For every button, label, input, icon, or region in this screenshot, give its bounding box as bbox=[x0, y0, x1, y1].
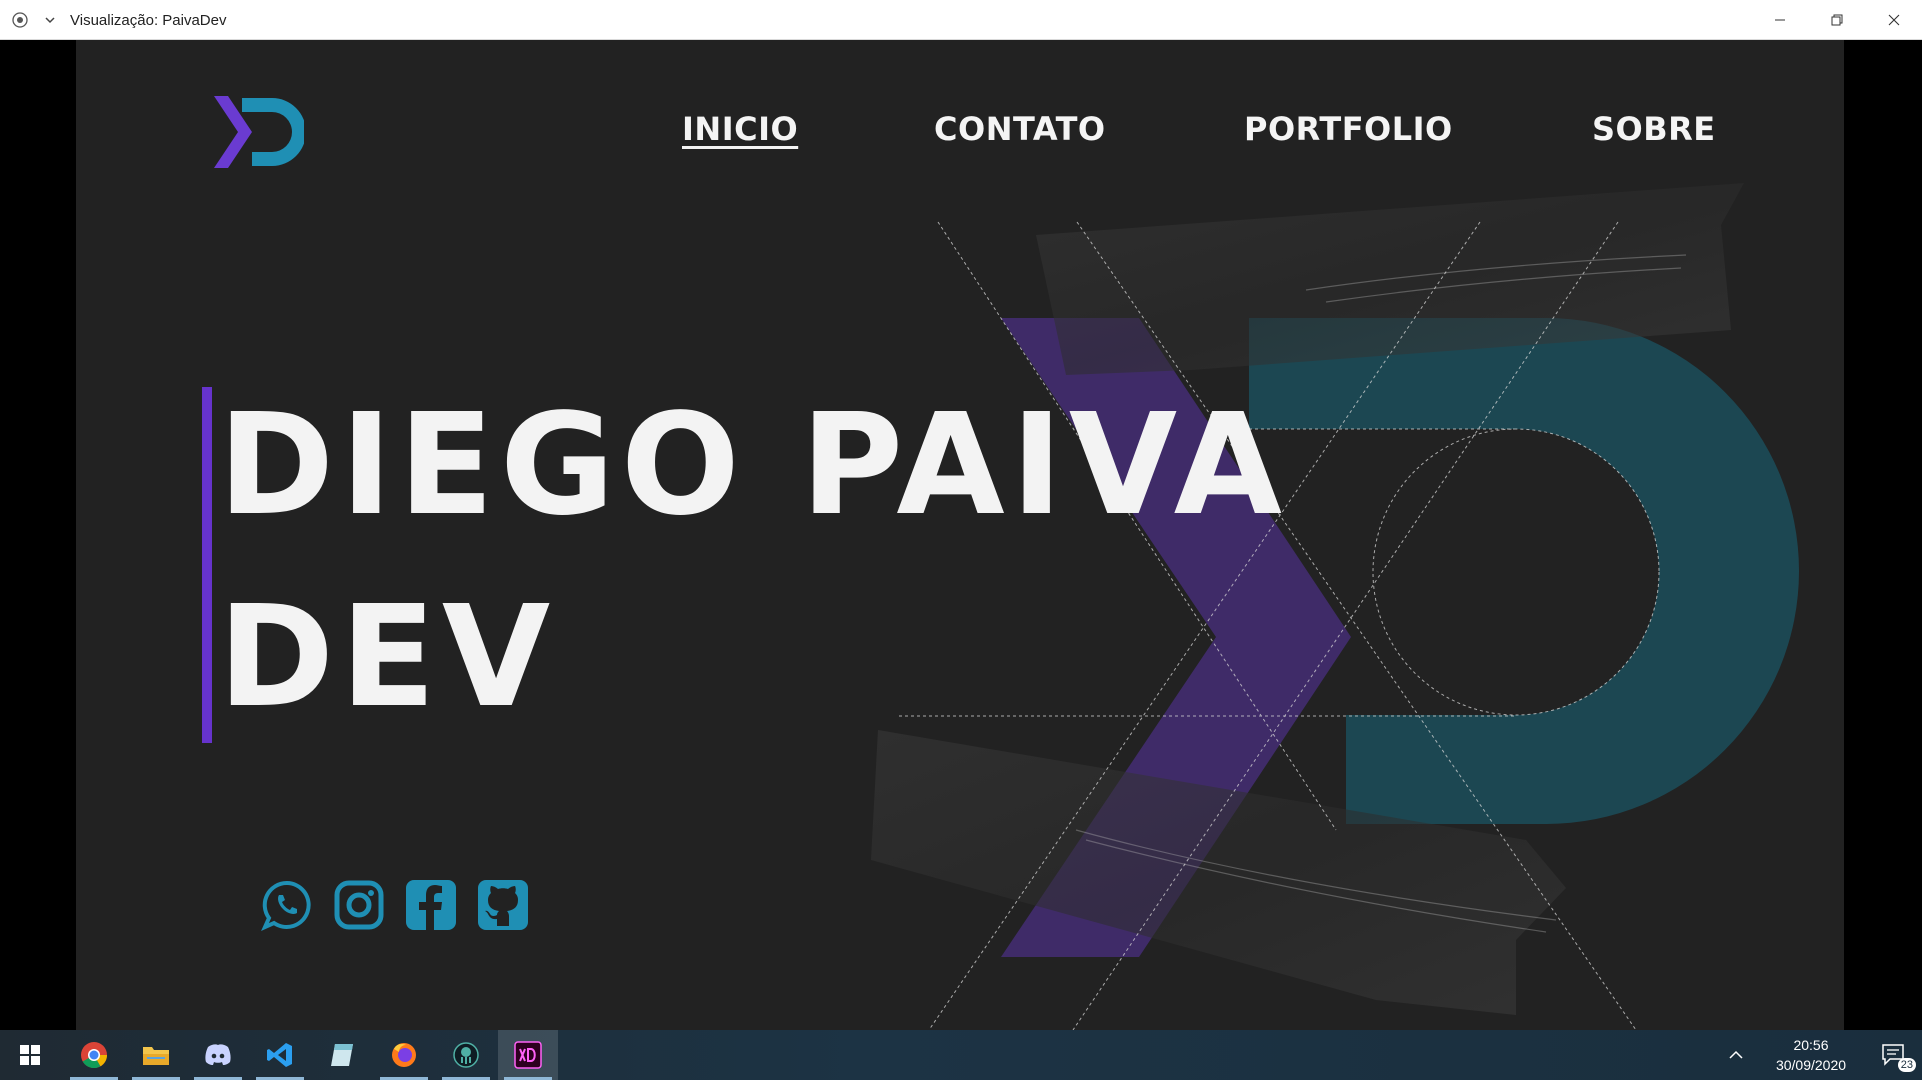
gitkraken-icon bbox=[453, 1042, 479, 1068]
record-icon[interactable] bbox=[10, 10, 30, 30]
chrome-icon bbox=[81, 1042, 108, 1069]
minimize-icon bbox=[1774, 19, 1785, 21]
file-explorer-icon bbox=[143, 1047, 169, 1065]
github-icon[interactable] bbox=[476, 878, 530, 932]
close-button[interactable] bbox=[1865, 0, 1922, 40]
firefox-icon bbox=[392, 1043, 416, 1067]
nav-portfolio[interactable]: PORTFOLIO bbox=[1244, 110, 1453, 148]
action-center-button[interactable]: 23 bbox=[1866, 1030, 1922, 1080]
adobe-xd-icon bbox=[514, 1041, 542, 1069]
system-tray: 20:56 30/09/2020 23 bbox=[1716, 1030, 1922, 1080]
taskbar-firefox[interactable] bbox=[374, 1030, 434, 1080]
whatsapp-icon[interactable] bbox=[260, 878, 314, 932]
taskbar-file-explorer[interactable] bbox=[126, 1030, 186, 1080]
taskbar-gitkraken[interactable] bbox=[436, 1030, 496, 1080]
windows-taskbar: 20:56 30/09/2020 23 bbox=[0, 1030, 1922, 1080]
taskbar-chrome[interactable] bbox=[64, 1030, 124, 1080]
instagram-icon[interactable] bbox=[332, 878, 386, 932]
taskbar-vscode[interactable] bbox=[250, 1030, 310, 1080]
teal-d-shape bbox=[1249, 318, 1799, 824]
window-title: Visualização: PaivaDev bbox=[70, 11, 227, 29]
hero-title: DIEGO PAIVA bbox=[218, 384, 1288, 547]
show-hidden-icons-button[interactable] bbox=[1716, 1030, 1756, 1080]
hero-accent-bar bbox=[202, 387, 212, 743]
notification-count-badge: 23 bbox=[1897, 1058, 1916, 1072]
hero-subtitle: DEV bbox=[218, 576, 557, 739]
window-titlebar: Visualização: PaivaDev bbox=[0, 0, 1922, 40]
social-links bbox=[260, 878, 530, 932]
facebook-icon[interactable] bbox=[404, 878, 458, 932]
discord-icon bbox=[205, 1044, 231, 1065]
windows-start-icon bbox=[20, 1045, 40, 1065]
vscode-icon bbox=[267, 1043, 292, 1067]
restore-button[interactable] bbox=[1808, 0, 1865, 40]
taskbar-notes[interactable] bbox=[312, 1030, 372, 1080]
chevron-up-icon bbox=[1729, 1050, 1743, 1059]
minimize-button[interactable] bbox=[1751, 0, 1808, 40]
preview-viewport: INICIO CONTATO PORTFOLIO SOBRE DIEGO PAI… bbox=[0, 40, 1922, 1030]
notes-icon bbox=[331, 1044, 353, 1066]
nav-inicio[interactable]: INICIO bbox=[682, 110, 798, 148]
windows-start-button[interactable] bbox=[0, 1030, 60, 1080]
restore-icon bbox=[1831, 14, 1842, 26]
artboard: INICIO CONTATO PORTFOLIO SOBRE DIEGO PAI… bbox=[76, 40, 1844, 1030]
chevron-down-icon[interactable] bbox=[40, 10, 60, 30]
taskbar-adobe-xd[interactable] bbox=[498, 1030, 558, 1080]
main-nav: INICIO CONTATO PORTFOLIO SOBRE bbox=[76, 110, 1844, 160]
clock-time: 20:56 bbox=[1793, 1037, 1829, 1053]
taskbar-clock[interactable]: 20:56 30/09/2020 bbox=[1756, 1035, 1866, 1075]
nav-contato[interactable]: CONTATO bbox=[934, 110, 1106, 148]
clock-date: 30/09/2020 bbox=[1775, 1057, 1847, 1073]
nav-sobre[interactable]: SOBRE bbox=[1592, 110, 1716, 148]
taskbar-discord[interactable] bbox=[188, 1030, 248, 1080]
close-icon bbox=[1888, 14, 1899, 26]
